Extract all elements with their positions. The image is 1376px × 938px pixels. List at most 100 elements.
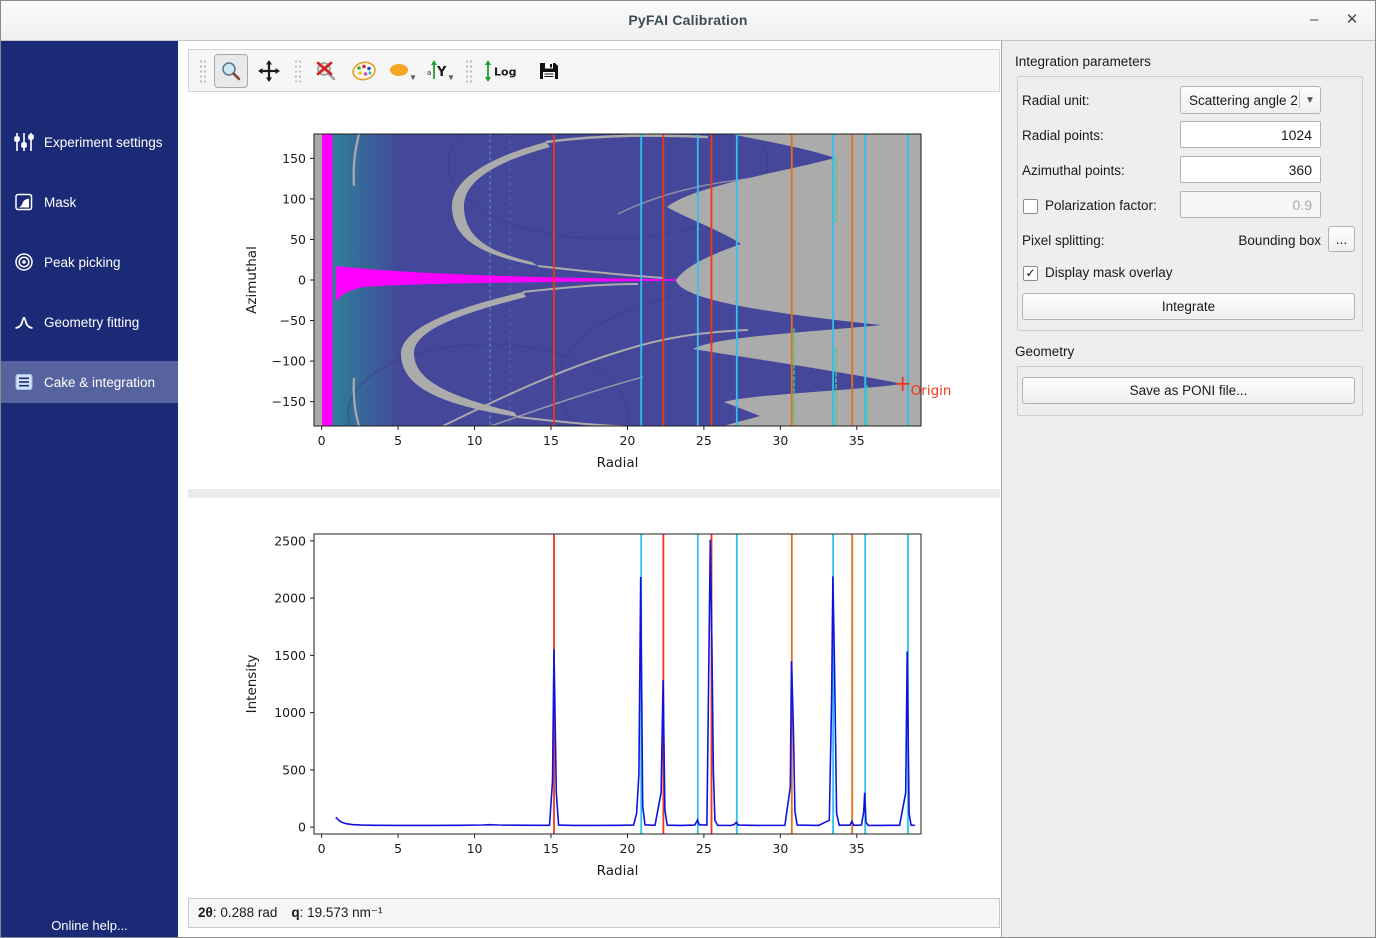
window-title: PyFAI Calibration	[1, 12, 1375, 28]
integrated-intensity-plot[interactable]: 0510152025303505001000150020002500Radial…	[188, 498, 1000, 894]
radial-unit-select[interactable]: Scattering angle 2θ ▼	[1180, 86, 1321, 114]
pixel-splitting-more-button[interactable]: ...	[1328, 226, 1355, 252]
y-tick-label: 500	[282, 762, 306, 777]
sidebar-item-experiment-settings[interactable]: Experiment settings	[1, 121, 178, 163]
y-tick-label: 0	[298, 820, 306, 835]
toolbar-drag-handle[interactable]	[465, 58, 472, 84]
x-tick-label: 30	[772, 841, 788, 856]
two-theta-value: : 0.288 rad	[213, 905, 278, 920]
x-tick-label: 20	[619, 841, 635, 856]
radial-points-label: Radial points:	[1022, 128, 1104, 143]
x-tick-label: 20	[619, 433, 635, 448]
sidebar-item-cake-integration[interactable]: Cake & integration	[1, 361, 178, 403]
toolbar-drag-handle[interactable]	[294, 58, 301, 84]
integrate-button[interactable]: Integrate	[1022, 293, 1355, 320]
zoom-back-icon	[314, 59, 338, 83]
azimuthal-points-label: Azimuthal points:	[1022, 163, 1125, 178]
magnifier-icon	[220, 60, 242, 82]
x-tick-label: 15	[543, 433, 559, 448]
radial-points-input[interactable]	[1180, 121, 1321, 148]
polarization-label: Polarization factor:	[1045, 198, 1157, 213]
log-scale-icon: Log	[482, 59, 526, 83]
y-tick-label: 150	[282, 151, 306, 166]
azimuthal-points-input[interactable]	[1180, 156, 1321, 183]
dropdown-caret-icon: ▼	[447, 73, 455, 82]
chevron-down-icon: ▼	[1300, 95, 1320, 106]
integration-parameters-title: Integration parameters	[1015, 54, 1151, 69]
sidebar-item-label: Mask	[44, 195, 76, 210]
x-tick-label: 10	[467, 433, 483, 448]
y-tick-label: 1000	[274, 705, 306, 720]
sidebar-item-geometry-fitting[interactable]: Geometry fitting	[1, 301, 178, 343]
sidebar-item-peak-picking[interactable]: Peak picking	[1, 241, 178, 283]
pixel-splitting-label: Pixel splitting:	[1022, 233, 1105, 248]
toolbar-drag-handle[interactable]	[199, 58, 206, 84]
sidebar-item-label: Experiment settings	[44, 135, 163, 150]
peak-curve-icon	[13, 312, 35, 332]
x-tick-label: 10	[467, 841, 483, 856]
plot-separator[interactable]	[188, 489, 1000, 498]
y-tick-label: 100	[282, 191, 306, 206]
save-poni-button[interactable]: Save as PONI file...	[1022, 377, 1355, 404]
svg-text:Y: Y	[436, 65, 447, 80]
y-tick-label: 0	[298, 273, 306, 288]
x-tick-label: 5	[394, 433, 402, 448]
two-theta-label: 2θ	[198, 905, 213, 920]
y-tick-label: −50	[280, 313, 306, 328]
log-scale-button[interactable]: Log	[480, 54, 528, 88]
mask-tool-button[interactable]: ▼	[385, 54, 419, 88]
floppy-save-icon	[538, 60, 560, 82]
x-tick-label: 30	[772, 433, 788, 448]
q-value: : 19.573 nm⁻¹	[300, 905, 383, 920]
q-label: q	[291, 905, 299, 920]
x-tick-label: 15	[543, 841, 559, 856]
y-axis-label: Intensity	[244, 655, 260, 714]
cursor-position-statusbar: 2θ: 0.288 rad q: 19.573 nm⁻¹	[188, 898, 1000, 928]
x-tick-label: 35	[849, 433, 865, 448]
plot-area: ▼ a Y ▼ Log	[178, 41, 1002, 938]
svg-text:a: a	[427, 69, 431, 77]
sliders-icon	[13, 132, 35, 152]
y-tick-label: 2500	[274, 533, 306, 548]
x-axis-label: Radial	[597, 863, 639, 879]
origin-label: Origin	[911, 383, 952, 399]
sidebar-item-mask[interactable]: Mask	[1, 181, 178, 223]
zoom-mode-button[interactable]	[214, 54, 248, 88]
geometry-title: Geometry	[1015, 344, 1074, 359]
dropdown-caret-icon: ▼	[409, 73, 417, 82]
pan-arrows-icon	[258, 60, 280, 82]
polarization-input	[1180, 191, 1321, 218]
close-button[interactable]: ✕	[1339, 9, 1365, 33]
radial-unit-value: Scattering angle 2θ	[1189, 93, 1297, 108]
y-tick-label: −150	[272, 394, 306, 409]
palette-icon	[351, 59, 377, 83]
x-tick-label: 25	[696, 841, 712, 856]
y-tick-label: 2000	[274, 591, 306, 606]
minimize-button[interactable]: –	[1301, 9, 1327, 33]
polarization-checkbox[interactable]	[1023, 199, 1038, 214]
y-axis-label: Azimuthal	[244, 246, 260, 314]
pixel-splitting-value: Bounding box	[1180, 233, 1321, 248]
x-tick-label: 25	[696, 433, 712, 448]
sidebar-item-label: Geometry fitting	[44, 315, 139, 330]
pyfai-calibration-window: PyFAI Calibration – ✕ Experiment setting…	[0, 0, 1376, 938]
sidebar: Experiment settings Mask Peak picking Ge…	[1, 41, 178, 938]
pan-mode-button[interactable]	[252, 54, 286, 88]
y-tick-label: 50	[290, 232, 306, 247]
target-icon	[13, 252, 35, 272]
cake-plot[interactable]: 05101520253035−150−100−50050100150Radial…	[188, 94, 1000, 488]
y-tick-label: 1500	[274, 648, 306, 663]
sidebar-item-label: Cake & integration	[44, 375, 155, 390]
zoom-reset-button[interactable]	[309, 54, 343, 88]
integration-sidebar: Integration parameters Radial unit: Scat…	[1003, 41, 1376, 938]
y-axis-autoscale-button[interactable]: a Y ▼	[423, 54, 457, 88]
save-snapshot-button[interactable]	[532, 54, 566, 88]
colormap-palette-button[interactable]	[347, 54, 381, 88]
y-tick-label: −100	[272, 354, 306, 369]
x-tick-label: 5	[394, 841, 402, 856]
display-mask-checkbox[interactable]: ✓	[1023, 266, 1038, 281]
x-tick-label: 0	[318, 841, 326, 856]
online-help-link[interactable]: Online help...	[1, 918, 178, 933]
cake-list-icon	[13, 372, 35, 392]
x-axis-label: Radial	[597, 455, 639, 471]
